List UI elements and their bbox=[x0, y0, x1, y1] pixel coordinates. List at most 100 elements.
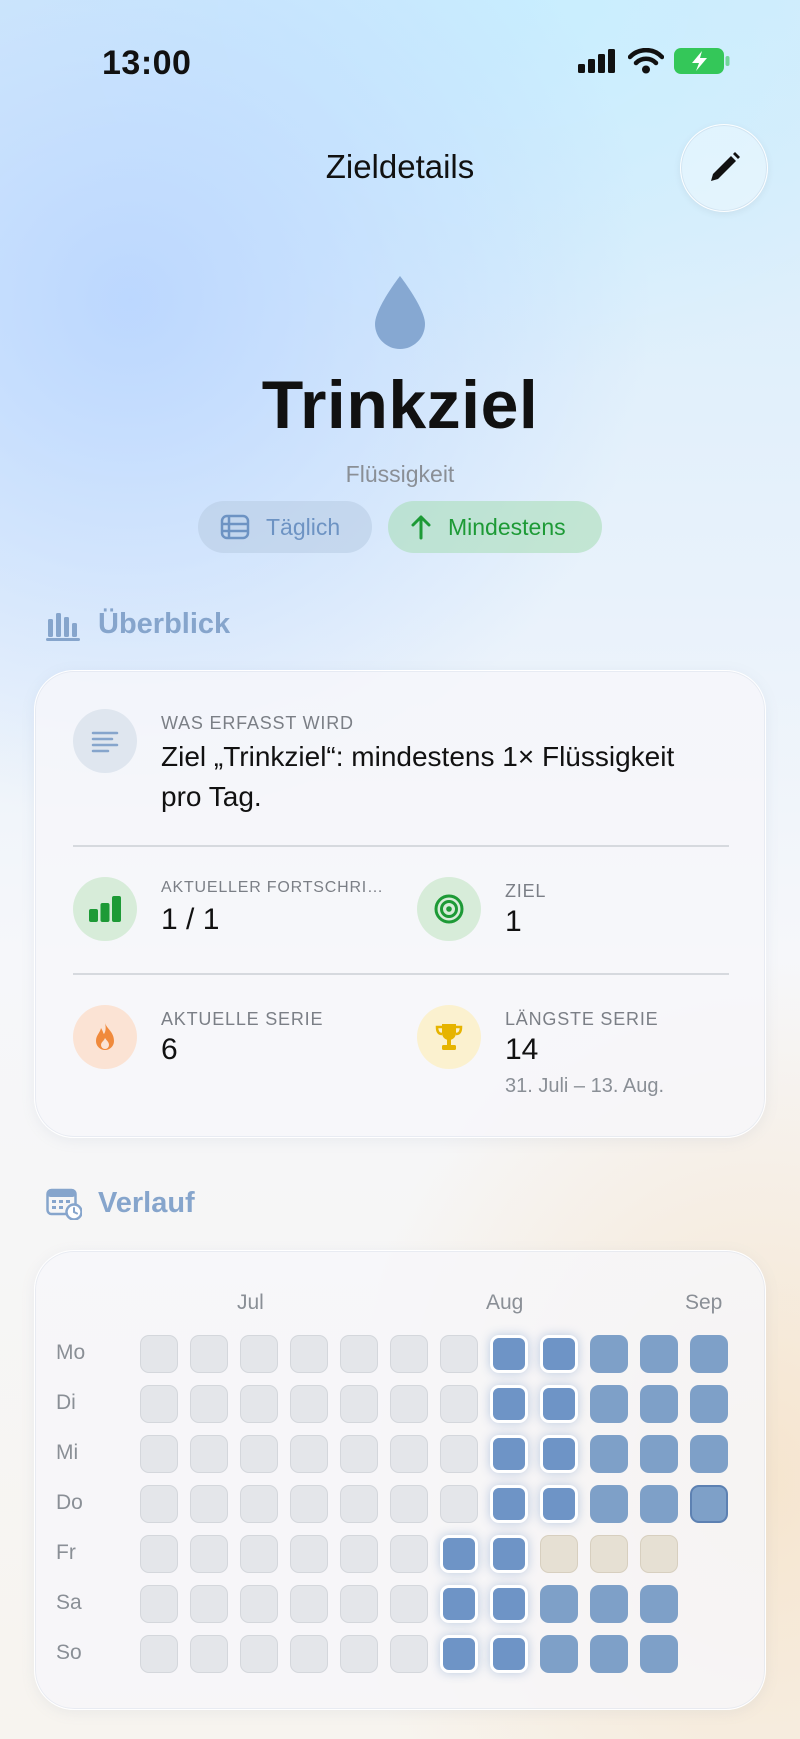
heatmap-cell bbox=[290, 1485, 328, 1523]
goal-value: 1 bbox=[505, 905, 522, 938]
flame-icon bbox=[96, 1023, 114, 1050]
heatmap-cell bbox=[190, 1635, 228, 1673]
heatmap-cell bbox=[240, 1435, 278, 1473]
heatmap-cell bbox=[590, 1335, 628, 1373]
heatmap-cell bbox=[240, 1385, 278, 1423]
heatmap-cell bbox=[390, 1535, 428, 1573]
longest-streak-range: 31. Juli – 13. Aug. bbox=[505, 1075, 665, 1097]
heatmap-cell bbox=[490, 1585, 528, 1623]
heatmap-cell bbox=[290, 1585, 328, 1623]
heatmap-cell bbox=[340, 1635, 378, 1673]
heatmap-cell bbox=[140, 1635, 178, 1673]
heatmap-cell bbox=[490, 1385, 528, 1423]
heatmap-cell bbox=[440, 1335, 478, 1373]
day-label-di: Di bbox=[56, 1391, 76, 1414]
history-card: Jul Aug Sep Mo Di Mi Do Fr Sa So bbox=[34, 1250, 766, 1710]
goal-caption: ZIEL bbox=[505, 881, 547, 901]
day-label-mo: Mo bbox=[56, 1341, 86, 1364]
heatmap-cell bbox=[390, 1635, 428, 1673]
heatmap-cell bbox=[490, 1535, 528, 1573]
edit-button[interactable] bbox=[680, 124, 768, 212]
heatmap-cell bbox=[290, 1535, 328, 1573]
heatmap-cell bbox=[140, 1385, 178, 1423]
progress-caption: AKTUELLER FORTSCHRI… bbox=[161, 879, 384, 896]
tracked-text: Ziel „Trinkziel“: mindestens 1× Flüssigk… bbox=[161, 741, 675, 812]
heatmap-cell bbox=[640, 1485, 678, 1523]
heatmap-cell bbox=[490, 1435, 528, 1473]
heatmap-cell bbox=[640, 1535, 678, 1573]
heatmap-cell bbox=[240, 1485, 278, 1523]
status-time: 13:00 bbox=[102, 44, 192, 82]
frequency-chip: Täglich bbox=[198, 501, 372, 553]
heatmap-cell bbox=[340, 1335, 378, 1373]
heatmap-cell bbox=[340, 1585, 378, 1623]
month-label-aug: Aug bbox=[486, 1291, 524, 1314]
heatmap-cell bbox=[140, 1485, 178, 1523]
heatmap-cell bbox=[590, 1585, 628, 1623]
day-label-mi: Mi bbox=[56, 1441, 79, 1464]
direction-label: Mindestens bbox=[448, 513, 566, 540]
heatmap-cell bbox=[640, 1385, 678, 1423]
heatmap-cell bbox=[690, 1485, 728, 1523]
current-streak-icon-wrap bbox=[73, 1005, 137, 1069]
text-lines-icon bbox=[91, 731, 119, 753]
calendar-rows-icon bbox=[220, 514, 250, 540]
heatmap-cell bbox=[590, 1485, 628, 1523]
heatmap-cell bbox=[690, 1335, 728, 1373]
cellular-signal-icon bbox=[578, 49, 615, 73]
heatmap-cell bbox=[440, 1535, 478, 1573]
heatmap-cell bbox=[340, 1535, 378, 1573]
day-label-sa: Sa bbox=[56, 1591, 82, 1614]
heatmap-cell bbox=[440, 1385, 478, 1423]
progress-icon-wrap bbox=[73, 877, 137, 941]
heatmap-cell bbox=[190, 1535, 228, 1573]
overview-section-title: Überblick bbox=[98, 608, 231, 640]
heatmap-cell bbox=[190, 1435, 228, 1473]
tracked-caption: WAS ERFASST WIRD bbox=[161, 713, 354, 733]
heatmap-cell bbox=[590, 1385, 628, 1423]
heatmap-cell bbox=[190, 1335, 228, 1373]
longest-streak-icon-wrap bbox=[417, 1005, 481, 1069]
goal-category: Flüssigkeit bbox=[345, 461, 455, 487]
heatmap-cell bbox=[390, 1335, 428, 1373]
heatmap-cell bbox=[390, 1585, 428, 1623]
heatmap-cell bbox=[640, 1635, 678, 1673]
history-section-header: Verlauf bbox=[46, 1186, 195, 1220]
heatmap-cell bbox=[240, 1585, 278, 1623]
heatmap-cell bbox=[590, 1535, 628, 1573]
heatmap-cell bbox=[590, 1635, 628, 1673]
divider bbox=[73, 973, 729, 975]
heatmap-cell bbox=[140, 1335, 178, 1373]
heatmap-cell bbox=[440, 1435, 478, 1473]
heatmap-cell bbox=[290, 1635, 328, 1673]
heatmap-cell bbox=[390, 1435, 428, 1473]
heatmap-cell bbox=[290, 1435, 328, 1473]
history-section-title: Verlauf bbox=[98, 1186, 195, 1219]
heatmap-cell bbox=[390, 1385, 428, 1423]
heatmap-cell bbox=[690, 1385, 728, 1423]
frequency-label: Täglich bbox=[266, 513, 341, 540]
overview-section-header: Überblick bbox=[46, 608, 230, 641]
goal-chips: Täglich Mindestens bbox=[0, 501, 800, 553]
day-label-do: Do bbox=[56, 1491, 83, 1514]
heatmap-cell bbox=[190, 1385, 228, 1423]
wifi-icon bbox=[628, 48, 664, 74]
battery-charging-icon bbox=[674, 48, 730, 74]
heatmap-cell bbox=[540, 1385, 578, 1423]
heatmap-cell bbox=[440, 1635, 478, 1673]
longest-streak-caption: LÄNGSTE SERIE bbox=[505, 1009, 659, 1029]
heatmap-cell bbox=[340, 1485, 378, 1523]
signal-bars-icon bbox=[89, 896, 121, 922]
heatmap-cell bbox=[240, 1635, 278, 1673]
heatmap-cell bbox=[490, 1485, 528, 1523]
heatmap-cell bbox=[190, 1485, 228, 1523]
target-icon-wrap bbox=[417, 877, 481, 941]
heatmap-cell bbox=[440, 1485, 478, 1523]
current-streak-caption: AKTUELLE SERIE bbox=[161, 1009, 324, 1029]
divider bbox=[73, 845, 729, 847]
heatmap-cell bbox=[540, 1635, 578, 1673]
heatmap-cell bbox=[290, 1385, 328, 1423]
status-icons bbox=[578, 48, 730, 74]
month-label-sep: Sep bbox=[685, 1291, 723, 1314]
longest-streak-value: 14 bbox=[505, 1033, 539, 1066]
